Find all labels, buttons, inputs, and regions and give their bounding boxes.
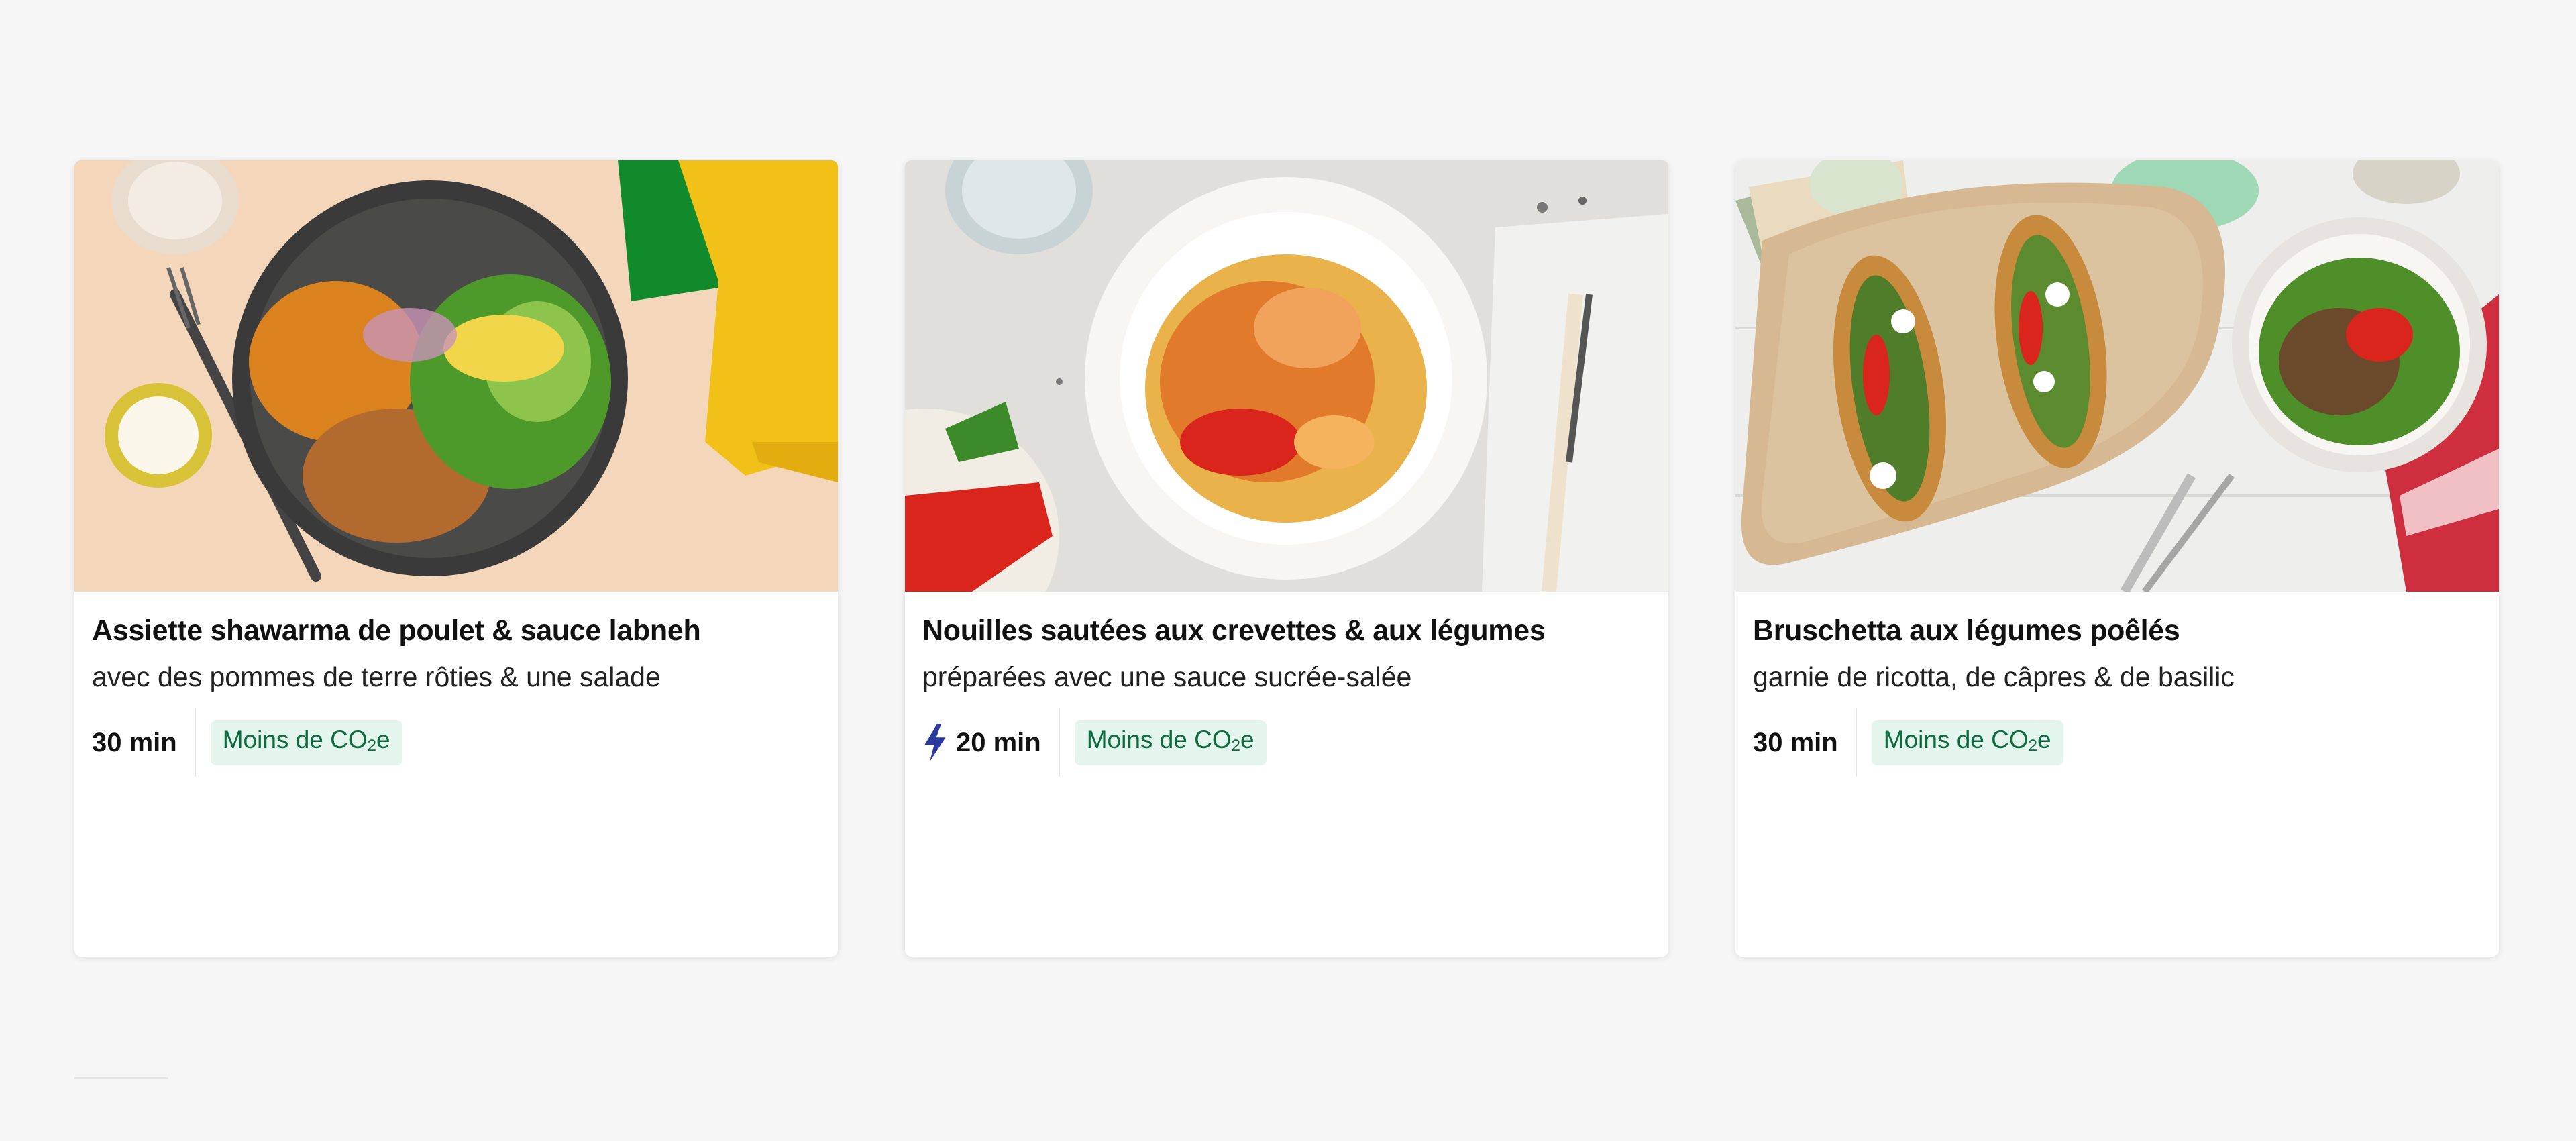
recipe-title[interactable]: Nouilles sautées aux crevettes & aux lég… [922, 612, 1651, 649]
co2-badge-suffix: e [376, 725, 390, 753]
vegetable-bruschetta-photo [1735, 160, 2499, 592]
prep-time: 30 min [92, 708, 196, 777]
recipe-card[interactable]: Nouilles sautées aux crevettes & aux lég… [905, 160, 1668, 957]
co2-badge-label: Moins de CO [1883, 725, 2029, 753]
co2-badge: Moins de CO2e [1871, 720, 2063, 765]
recipe-card[interactable]: Assiette shawarma de poulet & sauce labn… [74, 160, 838, 957]
co2-badge-suffix: e [2037, 725, 2051, 753]
recipe-cards-row: Assiette shawarma de poulet & sauce labn… [74, 160, 2499, 957]
prep-time: 30 min [1753, 708, 1857, 777]
recipe-image[interactable] [1735, 160, 2499, 592]
recipe-image[interactable] [74, 160, 838, 592]
prep-time-value: 20 min [956, 727, 1041, 757]
co2-badge: Moins de CO2e [1074, 720, 1267, 765]
co2-badge-sub: 2 [1231, 736, 1240, 755]
recipe-meta: 30 min Moins de CO2e [92, 708, 820, 777]
recipe-grid-page: Assiette shawarma de poulet & sauce labn… [0, 0, 2576, 1141]
recipe-meta: 30 min Moins de CO2e [1753, 708, 2481, 777]
recipe-image[interactable] [905, 160, 1668, 592]
recipe-meta: 20 min Moins de CO2e [922, 708, 1651, 777]
recipe-card[interactable]: Bruschetta aux légumes poêlés garnie de … [1735, 160, 2499, 957]
co2-badge-sub: 2 [367, 736, 376, 755]
prep-time-value: 30 min [1753, 727, 1838, 757]
prep-time: 20 min [922, 708, 1060, 777]
footer-divider [74, 1077, 168, 1079]
prep-time-value: 30 min [92, 727, 177, 757]
shrimp-noodles-bowl-photo [905, 160, 1668, 592]
co2-badge-label: Moins de CO [222, 725, 368, 753]
co2-badge-label: Moins de CO [1086, 725, 1232, 753]
recipe-title[interactable]: Bruschetta aux légumes poêlés [1753, 612, 2481, 649]
recipe-subtitle: avec des pommes de terre rôties & une sa… [92, 661, 661, 692]
co2-badge-sub: 2 [2028, 736, 2037, 755]
chicken-shawarma-plate-photo [74, 160, 838, 592]
co2-badge: Moins de CO2e [210, 720, 402, 765]
recipe-title[interactable]: Assiette shawarma de poulet & sauce labn… [92, 612, 820, 649]
recipe-subtitle: préparées avec une sauce sucrée-salée [922, 661, 1412, 692]
co2-badge-suffix: e [1240, 725, 1254, 753]
lightning-bolt-icon [924, 724, 946, 761]
recipe-subtitle: garnie de ricotta, de câpres & de basili… [1753, 661, 2235, 692]
